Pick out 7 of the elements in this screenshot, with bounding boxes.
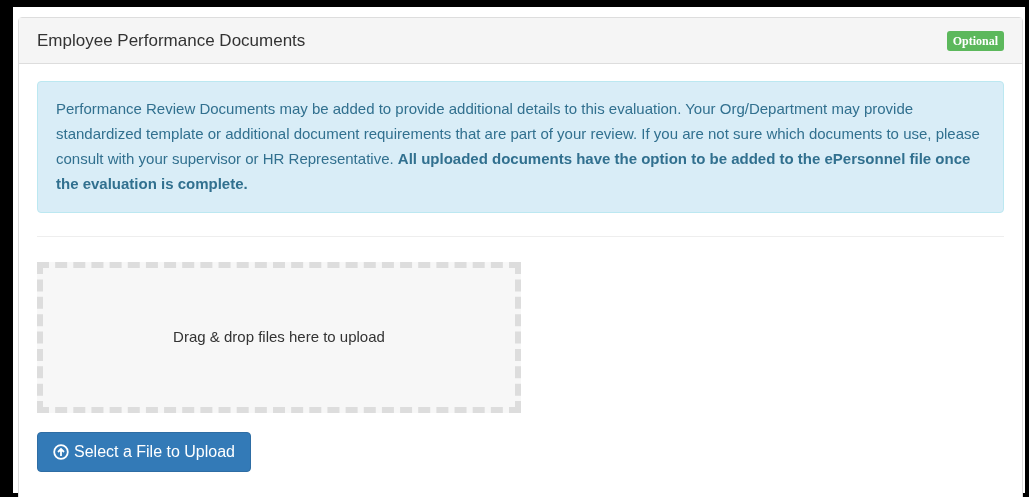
dropzone-text: Drag & drop files here to upload bbox=[173, 327, 385, 348]
dropzone[interactable]: Drag & drop files here to upload bbox=[37, 262, 521, 413]
panel-title: Employee Performance Documents bbox=[37, 29, 306, 52]
upload-button[interactable]: Select a File to Upload bbox=[37, 432, 251, 472]
optional-badge: Optional bbox=[946, 30, 1004, 51]
upload-icon bbox=[53, 444, 69, 460]
info-text: Performance Review Documents may be added to provide additional details to this evaluation. Your Org/Department may provide standardized template or additional document requirements that are part of your review. If you are not sure which documents to use, please consult with your supervisor or HR Representative. All uploaded documents have the option to be added to the ePersonnel file once the evaluation is complete. bbox=[56, 99, 981, 194]
